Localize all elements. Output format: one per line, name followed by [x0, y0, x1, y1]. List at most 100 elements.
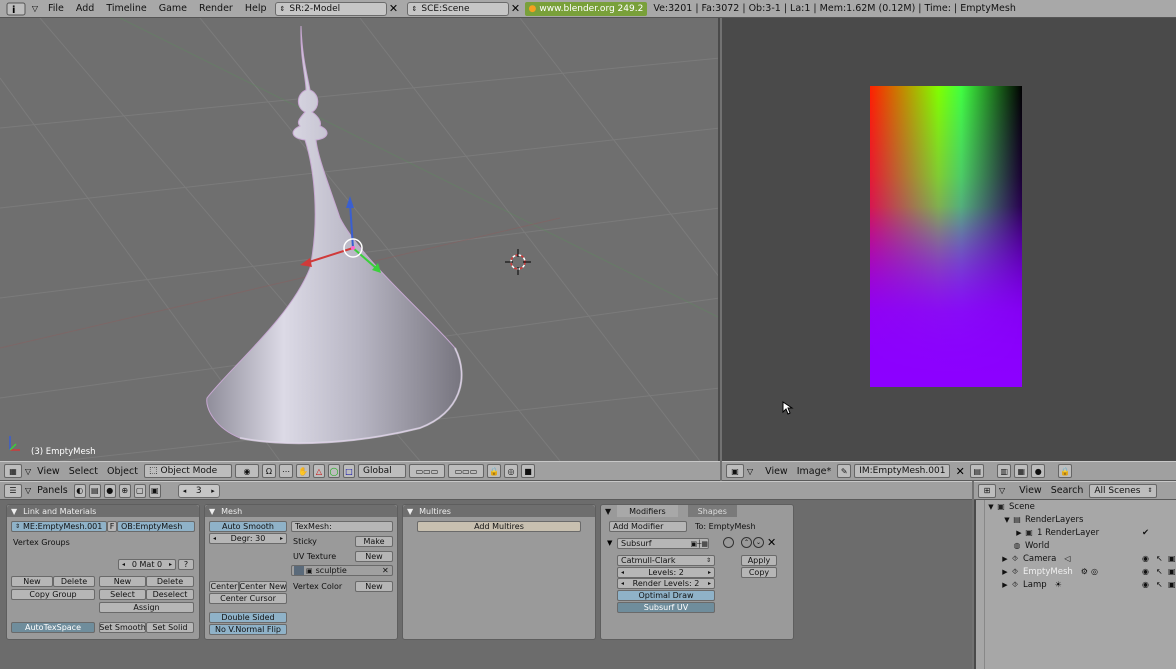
- buttons-editor-icon[interactable]: ☰: [4, 483, 22, 498]
- tab-modifiers[interactable]: Modifiers: [617, 505, 678, 517]
- scale-icon[interactable]: □: [342, 464, 355, 478]
- collapse-triangle-icon[interactable]: ▼: [605, 507, 611, 516]
- pack-icon[interactable]: ▤: [970, 464, 985, 478]
- uv-render-icon[interactable]: ▣: [306, 567, 313, 575]
- arrow-left-icon[interactable]: ◂: [183, 487, 187, 495]
- outliner[interactable]: ▼ ▣ Scene ▼ ▤ RenderLayers ▶ ▣ 1 RenderL…: [974, 500, 1176, 669]
- editing-context-icon[interactable]: ▢: [133, 483, 146, 498]
- layers-grid-a-icon[interactable]: ▭▭▭: [408, 464, 445, 478]
- empty-mesh-object[interactable]: [206, 25, 463, 445]
- subdivision-type-dropdown[interactable]: Catmull-Clark ⇕: [617, 555, 715, 566]
- shading-context-icon[interactable]: ●: [103, 483, 116, 498]
- uv-active-icon[interactable]: [294, 566, 304, 575]
- panel-header[interactable]: ▼ Link and Materials: [7, 505, 199, 517]
- mesh-data-icon[interactable]: ◎: [1091, 567, 1098, 576]
- renderability-icon[interactable]: ▣: [1168, 554, 1176, 563]
- arrow-left-icon[interactable]: ◂: [621, 569, 624, 576]
- modifier-cage-icon[interactable]: [723, 537, 734, 548]
- add-modifier-button[interactable]: Add Modifier: [609, 521, 687, 532]
- translate-icon[interactable]: △: [312, 464, 325, 478]
- material-assign-button[interactable]: Assign: [99, 602, 194, 613]
- outliner-item-renderlayer[interactable]: ▶ ▣ 1 RenderLayer ✔: [976, 526, 1176, 539]
- collapse-icon[interactable]: ▽: [25, 486, 31, 495]
- collapse-icon[interactable]: ▽: [747, 467, 753, 476]
- visibility-eye-icon[interactable]: ◉: [1142, 580, 1149, 589]
- hand-manipulator-icon[interactable]: ✋: [295, 464, 310, 478]
- uv-texture-new-button[interactable]: New: [355, 551, 393, 562]
- menu-view[interactable]: View: [1016, 485, 1045, 496]
- set-smooth-button[interactable]: Set Smooth: [99, 622, 146, 633]
- material-help-button[interactable]: ?: [178, 559, 194, 570]
- add-multires-button[interactable]: Add Multires: [417, 521, 581, 532]
- logic-context-icon[interactable]: ◐: [73, 483, 86, 498]
- modifier-wrench-icon[interactable]: ⚙: [1081, 567, 1088, 576]
- pivot-icon[interactable]: Ω: [261, 464, 276, 478]
- selectability-cursor-icon[interactable]: ↖: [1156, 580, 1163, 589]
- vgroup-delete-button[interactable]: Delete: [53, 576, 95, 587]
- draw-icon[interactable]: ▥: [997, 464, 1012, 478]
- pin-icon[interactable]: ✎: [837, 464, 852, 478]
- 3d-cursor[interactable]: [505, 249, 531, 275]
- close-image-icon[interactable]: ✕: [953, 464, 967, 478]
- draw-type-icon[interactable]: ◉: [234, 464, 259, 478]
- enabled-checkmark-icon[interactable]: ✔: [1142, 528, 1149, 538]
- copy-modifier-button[interactable]: Copy: [741, 567, 777, 578]
- menu-file[interactable]: File: [42, 3, 70, 14]
- double-sided-toggle[interactable]: Double Sided: [209, 612, 287, 623]
- menu-image[interactable]: Image*: [794, 466, 835, 477]
- material-new-button[interactable]: New: [99, 576, 146, 587]
- object-name-field[interactable]: OB:EmptyMesh: [117, 521, 195, 532]
- renderability-icon[interactable]: ▣: [1168, 567, 1176, 576]
- arrow-right-icon[interactable]: ▸: [169, 561, 172, 568]
- arrow-right-icon[interactable]: ▸: [280, 535, 283, 542]
- collapse-icon[interactable]: ▽: [25, 467, 31, 476]
- editor-type-icon[interactable]: i: [4, 2, 28, 16]
- menu-help[interactable]: Help: [239, 3, 273, 14]
- rotate-icon[interactable]: ◯: [327, 464, 340, 478]
- lock-image-icon[interactable]: 🔒: [1058, 464, 1073, 478]
- menu-render[interactable]: Render: [193, 3, 239, 14]
- remove-modifier-icon[interactable]: ✕: [767, 536, 776, 549]
- image-editor[interactable]: [722, 18, 1176, 461]
- subsurf-name-field[interactable]: Subsurf ▣ ┼ ▦: [617, 538, 709, 549]
- arrow-right-icon[interactable]: ▸: [708, 580, 711, 587]
- arrow-left-icon[interactable]: ◂: [621, 580, 624, 587]
- pivot-options-icon[interactable]: ⋯: [278, 464, 293, 478]
- uv-delete-icon[interactable]: ✕: [382, 566, 392, 575]
- layers-grid-b-icon[interactable]: ▭▭▭: [447, 464, 484, 478]
- menu-object[interactable]: Object: [104, 466, 141, 477]
- move-up-icon[interactable]: ⌃: [741, 537, 752, 548]
- close-scene-icon[interactable]: ✕: [509, 2, 523, 16]
- auto-smooth-toggle[interactable]: Auto Smooth: [209, 521, 287, 532]
- copy-group-button[interactable]: Copy Group: [11, 589, 95, 600]
- vertex-color-new-button[interactable]: New: [355, 581, 393, 592]
- material-counter[interactable]: ◂ 0 Mat 0 ▸: [118, 559, 176, 570]
- blender-website-badge[interactable]: ● www.blender.org 249.2: [524, 1, 648, 16]
- renderability-icon[interactable]: ▣: [1168, 580, 1176, 589]
- menu-view[interactable]: View: [34, 466, 63, 477]
- center-cursor-button[interactable]: Center Cursor: [209, 593, 287, 604]
- collapse-menu-icon[interactable]: ▽: [28, 2, 42, 16]
- center-new-button[interactable]: Center New: [239, 581, 287, 592]
- menu-panels[interactable]: Panels: [34, 485, 71, 496]
- texmesh-field[interactable]: TexMesh:: [291, 521, 393, 532]
- fake-user-button[interactable]: F: [107, 521, 117, 532]
- material-delete-button[interactable]: Delete: [146, 576, 194, 587]
- selectability-cursor-icon[interactable]: ↖: [1156, 554, 1163, 563]
- grid-editor-icon[interactable]: ▦: [4, 464, 22, 478]
- tab-shapes[interactable]: Shapes: [687, 505, 737, 517]
- outliner-item-lamp[interactable]: ▶ ⯑ Lamp ☀ ◉ ↖ ▣: [976, 578, 1176, 591]
- 3d-viewport[interactable]: (3) EmptyMesh: [0, 18, 720, 461]
- material-select-button[interactable]: Select: [99, 589, 146, 600]
- expand-triangle-icon[interactable]: ▶: [1000, 581, 1010, 589]
- subsurf-uv-toggle[interactable]: Subsurf UV: [617, 602, 715, 613]
- move-down-icon[interactable]: ⌄: [753, 537, 764, 548]
- outliner-item-camera[interactable]: ▶ ⯑ Camera ◁ ◉ ↖ ▣: [976, 552, 1176, 565]
- degree-slider[interactable]: ◂ Degr: 30 ▸: [209, 533, 287, 544]
- menu-timeline[interactable]: Timeline: [100, 3, 152, 14]
- outliner-item-emptymesh[interactable]: ▶ ⯑ EmptyMesh ⚙ ◎ ◉ ↖ ▣: [976, 565, 1176, 578]
- no-vnormal-flip-toggle[interactable]: No V.Normal Flip: [209, 624, 287, 635]
- visibility-eye-icon[interactable]: ◉: [1142, 554, 1149, 563]
- frame-number-field[interactable]: ◂ 3 ▸: [177, 483, 220, 498]
- outliner-item-scene[interactable]: ▼ ▣ Scene: [976, 500, 1176, 513]
